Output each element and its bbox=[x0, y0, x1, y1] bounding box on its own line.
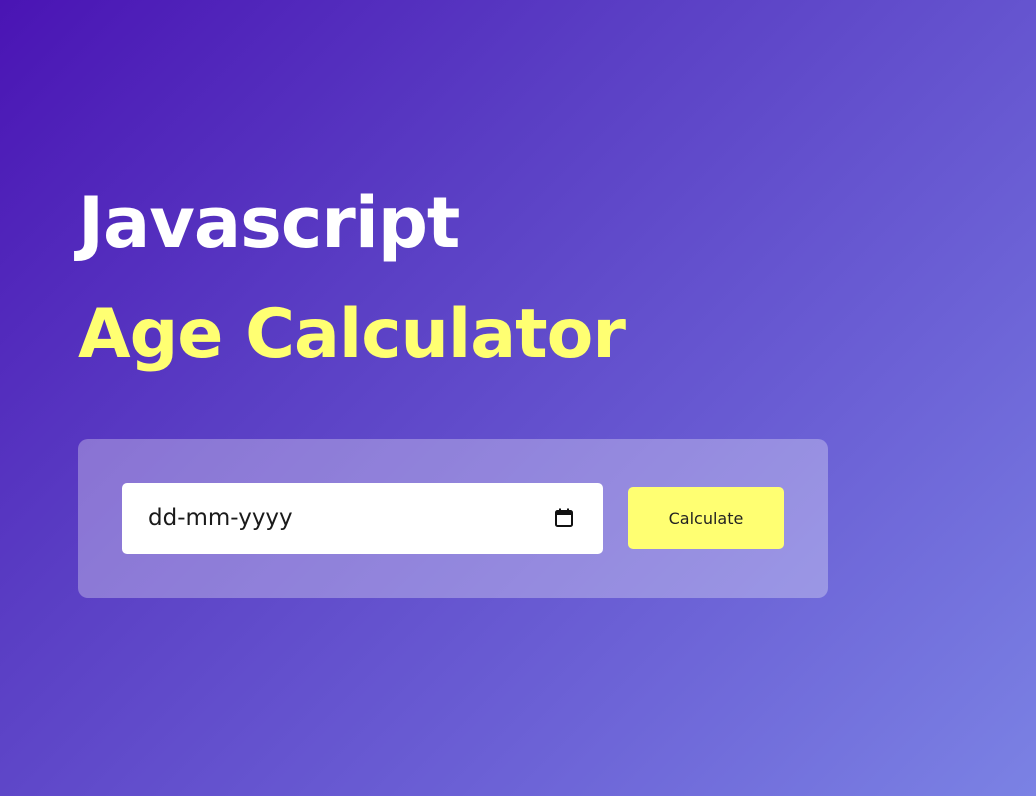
calculate-button[interactable]: Calculate bbox=[628, 487, 784, 549]
page-title-line1: Javascript bbox=[78, 182, 460, 264]
birthdate-input[interactable]: dd-mm-yyyy bbox=[122, 483, 603, 554]
calendar-icon[interactable] bbox=[555, 508, 573, 527]
input-card: dd-mm-yyyy Calculate bbox=[78, 439, 828, 598]
birthdate-placeholder: dd-mm-yyyy bbox=[148, 505, 293, 531]
page-title-line2: Age Calculator bbox=[78, 295, 626, 374]
